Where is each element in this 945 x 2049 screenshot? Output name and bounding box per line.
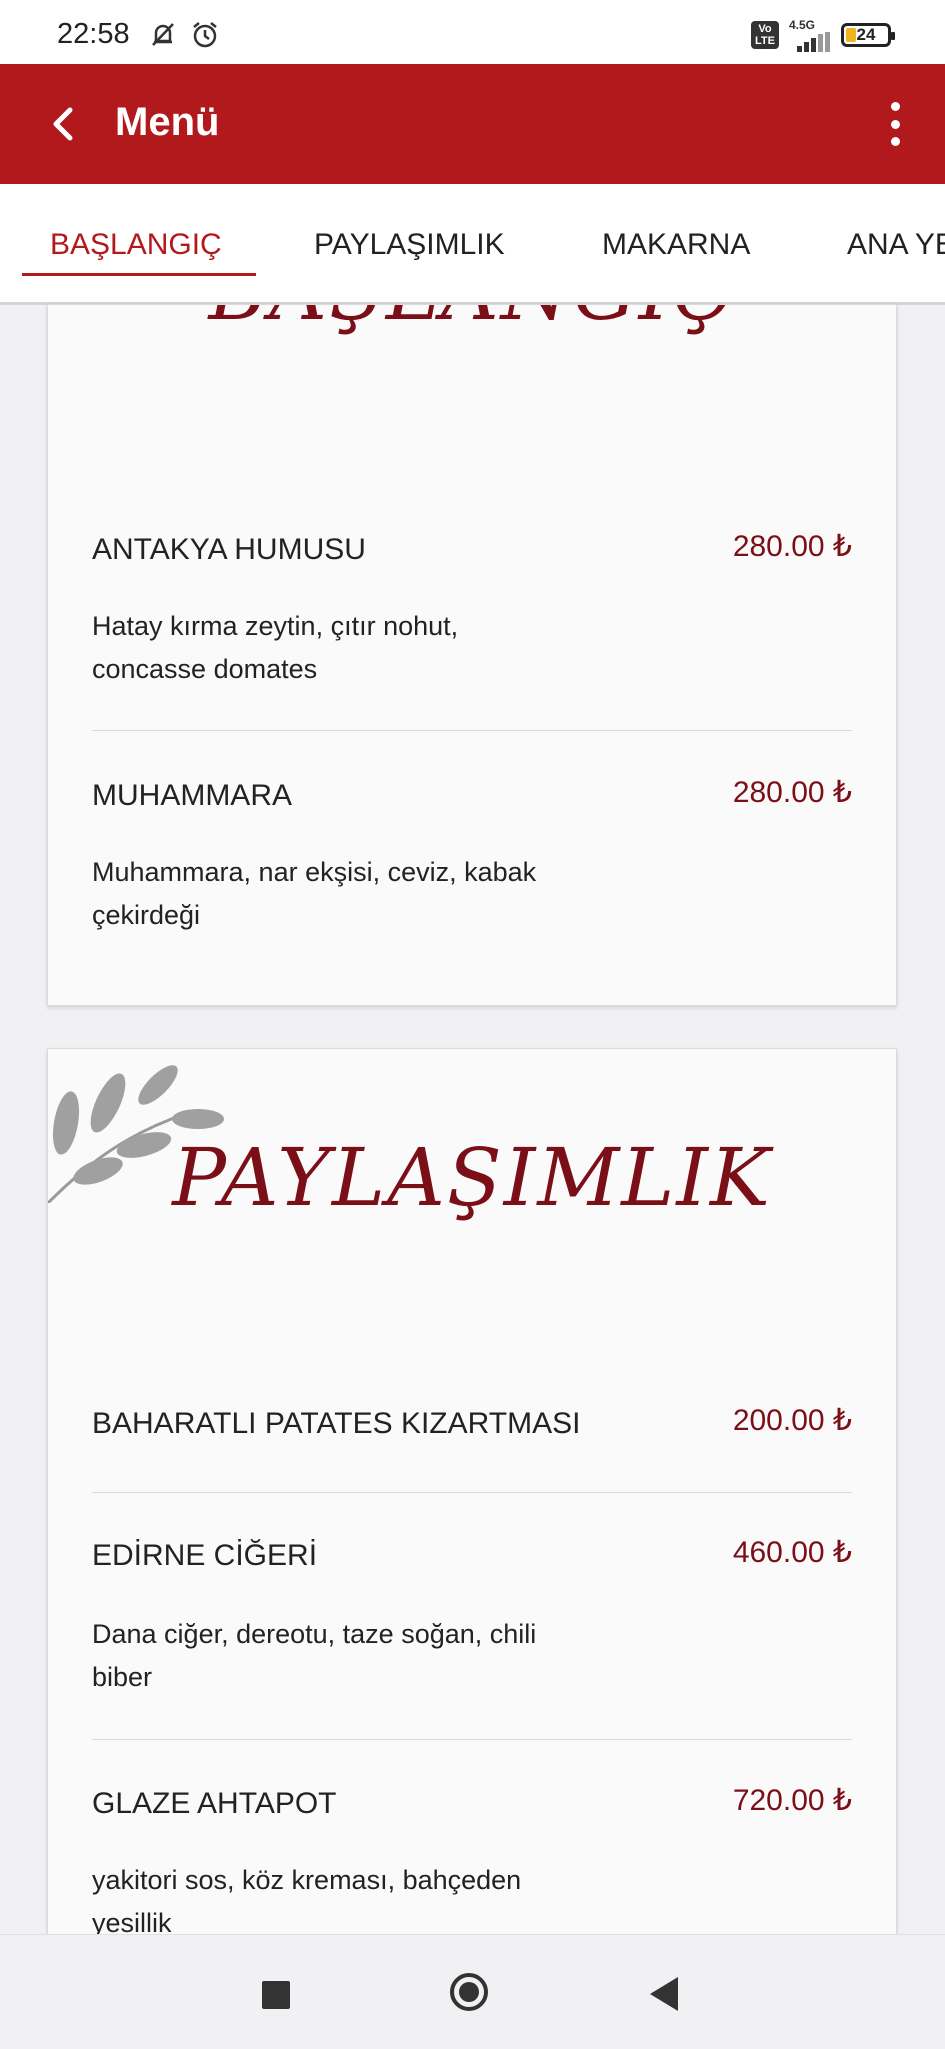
network-type: 4.5G bbox=[789, 18, 816, 32]
home-icon[interactable] bbox=[450, 1973, 488, 2011]
tab-paylasimlik[interactable]: PAYLAŞIMLIK bbox=[314, 228, 505, 262]
mute-icon bbox=[152, 23, 174, 46]
tab-baslangic[interactable]: BAŞLANGIÇ bbox=[50, 228, 222, 262]
menu-item-description: Hatay kırma zeytin, çıtır nohut, concass… bbox=[92, 605, 592, 691]
description-line: çekirdeği bbox=[92, 900, 201, 930]
description-line: Hatay kırma zeytin, çıtır nohut, bbox=[92, 611, 459, 641]
menu-item-description: Dana ciğer, dereotu, taze soğan, chili b… bbox=[92, 1613, 592, 1699]
section-heading: PAYLAŞIMLIK bbox=[172, 1131, 772, 1224]
more-options-icon[interactable] bbox=[875, 98, 915, 150]
section-card-baslangic: BAŞLANGIÇ ANTAKYA HUMUSU 280.00 ₺ Hatay … bbox=[47, 304, 897, 1006]
active-tab-indicator bbox=[22, 273, 256, 276]
description-line: concasse domates bbox=[92, 654, 318, 684]
page-title: Menü bbox=[115, 100, 220, 144]
back-triangle-icon[interactable] bbox=[650, 1977, 678, 2011]
description-line: biber bbox=[92, 1662, 153, 1692]
description-line: Dana ciğer, dereotu, taze soğan, chili bbox=[92, 1619, 537, 1649]
signal-icon bbox=[797, 32, 830, 52]
tab-ana-yemek[interactable]: ANA YE bbox=[847, 228, 945, 262]
alarm-icon bbox=[193, 22, 217, 48]
menu-item-description: Muhammara, nar ekşisi, ceviz, kabak çeki… bbox=[92, 851, 592, 937]
menu-item-price: 460.00 ₺ bbox=[732, 1536, 852, 1569]
status-icons-right: Vo LTE 4.5G 24 bbox=[751, 18, 895, 52]
menu-item-name: GLAZE AHTAPOT bbox=[92, 1787, 337, 1820]
tab-makarna[interactable]: MAKARNA bbox=[602, 228, 750, 262]
menu-item-name: BAHARATLI PATATES KIZARTMASI bbox=[92, 1407, 581, 1440]
section-card-paylasimlik: PAYLAŞIMLIK BAHARATLI PATATES KIZARTMASI… bbox=[47, 1048, 897, 1948]
status-bar: 22:58 Vo LTE 4.5G 24 bbox=[0, 0, 945, 64]
description-line: Muhammara, nar ekşisi, ceviz, kabak bbox=[92, 857, 537, 887]
recent-apps-icon[interactable] bbox=[262, 1981, 290, 2009]
battery-icon: 24 bbox=[841, 23, 895, 47]
section-heading: BAŞLANGIÇ bbox=[48, 305, 896, 338]
back-arrow-icon[interactable] bbox=[40, 100, 88, 148]
menu-item-price: 720.00 ₺ bbox=[732, 1784, 852, 1817]
item-divider bbox=[92, 1492, 852, 1493]
item-divider bbox=[92, 1739, 852, 1740]
volte-badge: Vo LTE bbox=[751, 21, 779, 49]
system-nav-bar bbox=[0, 1934, 945, 2049]
description-line: yakitori sos, köz kreması, bahçeden bbox=[92, 1865, 522, 1895]
status-time: 22:58 bbox=[57, 18, 130, 50]
status-icons-left bbox=[148, 20, 220, 50]
menu-item-name: MUHAMMARA bbox=[92, 779, 292, 812]
item-divider bbox=[92, 730, 852, 731]
menu-item-description: yakitori sos, köz kreması, bahçeden yesi… bbox=[92, 1859, 592, 1945]
app-bar: Menü bbox=[0, 64, 945, 184]
menu-item-name: EDİRNE CİĞERİ bbox=[92, 1539, 318, 1572]
menu-item-price: 280.00 ₺ bbox=[732, 530, 852, 563]
menu-item-price: 200.00 ₺ bbox=[732, 1404, 852, 1437]
battery-level: 24 bbox=[856, 25, 876, 44]
menu-item-name: ANTAKYA HUMUSU bbox=[92, 533, 366, 566]
category-tabs: BAŞLANGIÇ PAYLAŞIMLIK MAKARNA ANA YE bbox=[0, 184, 945, 305]
menu-item-price: 280.00 ₺ bbox=[732, 776, 852, 809]
